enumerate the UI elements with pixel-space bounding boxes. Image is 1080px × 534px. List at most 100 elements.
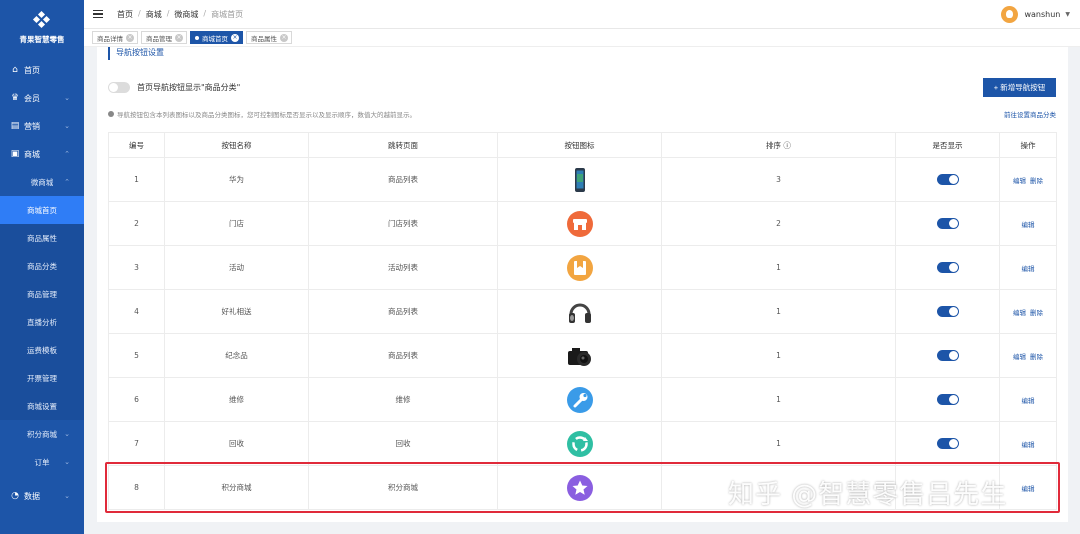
breadcrumb-item[interactable]: 首页	[117, 9, 133, 20]
camera-icon	[567, 347, 591, 366]
category-toggle-row: 首页导航按钮显示"商品分类"	[108, 82, 240, 93]
cell-icon	[497, 289, 662, 334]
breadcrumb-item[interactable]: 商城	[146, 9, 162, 20]
breadcrumb-item[interactable]: 微商城	[174, 9, 198, 20]
cell-target: 活动列表	[308, 245, 498, 290]
header-actions: 操作	[999, 132, 1057, 158]
edit-link[interactable]: 编辑	[1022, 221, 1035, 229]
delete-link[interactable]: 删除	[1030, 309, 1043, 317]
cell-name: 门店	[164, 201, 309, 246]
sidebar-item-product-attributes[interactable]: 商品属性	[0, 224, 84, 252]
tab-product-detail[interactable]: 商品详情 ×	[92, 31, 138, 44]
cell-id: 1	[108, 157, 165, 202]
cell-id: 5	[108, 333, 165, 378]
table-header-row: 编号 按钮名称 跳转页面 按钮图标 排序 ⓘ 是否显示 操作	[108, 132, 1057, 158]
menu-toggle-icon[interactable]	[93, 8, 103, 21]
cell-shown	[895, 289, 1000, 334]
sidebar-item-mall[interactable]: ▣ 商城 ⌃	[0, 140, 84, 168]
tab-product-management[interactable]: 商品管理 ×	[141, 31, 187, 44]
cell-name: 维修	[164, 377, 309, 422]
sidebar-item-label: 商城首页	[27, 205, 57, 215]
sidebar-item-mall-home[interactable]: 商城首页	[0, 196, 84, 224]
bookmark-icon	[566, 254, 593, 281]
close-icon[interactable]: ×	[175, 33, 183, 42]
show-toggle[interactable]	[936, 350, 959, 361]
sidebar-group-points-mall[interactable]: 积分商城 ⌄	[0, 420, 84, 448]
table-row: 3 活动 活动列表 1 编辑	[108, 245, 1057, 290]
tab-product-attributes[interactable]: 商品属性 ×	[246, 31, 292, 44]
sidebar-item-members[interactable]: ♛ 会员 ⌄	[0, 84, 84, 112]
show-toggle[interactable]	[936, 262, 959, 273]
cell-icon	[497, 157, 662, 202]
sidebar-item-data[interactable]: ◔ 数据 ⌄	[0, 482, 84, 510]
header-id: 编号	[108, 132, 165, 158]
close-icon[interactable]: ×	[231, 33, 239, 42]
show-toggle[interactable]	[936, 394, 959, 405]
top-bar: 首页 / 商城 / 微商城 / 商城首页 wanshun ▼	[84, 0, 1080, 29]
sidebar-item-label: 直播分析	[27, 317, 57, 327]
username: wanshun	[1024, 10, 1061, 19]
brand-logo: 青果智慧零售	[0, 0, 84, 56]
sidebar-item-label: 积分商城	[27, 429, 57, 439]
edit-link[interactable]: 编辑	[1013, 177, 1026, 185]
close-icon[interactable]: ×	[126, 33, 134, 42]
info-icon	[108, 111, 114, 117]
cell-sort: 1	[661, 421, 896, 466]
header-icon: 按钮图标	[497, 132, 662, 158]
show-toggle[interactable]	[936, 438, 959, 449]
wrench-icon	[566, 386, 593, 413]
cell-actions: 编辑	[999, 421, 1057, 466]
edit-link[interactable]: 编辑	[1022, 397, 1035, 405]
sidebar-item-shipping-templates[interactable]: 运费模板	[0, 336, 84, 364]
delete-link[interactable]: 删除	[1030, 353, 1043, 361]
cell-name: 活动	[164, 245, 309, 290]
edit-link[interactable]: 编辑	[1022, 441, 1035, 449]
sidebar-item-label: 商品管理	[27, 289, 57, 299]
edit-link[interactable]: 编辑	[1013, 353, 1026, 361]
cell-sort: 1	[661, 377, 896, 422]
cell-shown	[895, 333, 1000, 378]
sidebar-item-marketing[interactable]: ▤ 营销 ⌄	[0, 112, 84, 140]
cell-shown	[895, 157, 1000, 202]
table-row: 7 回收 回收 1 编辑	[108, 421, 1057, 466]
show-category-toggle[interactable]	[108, 82, 130, 93]
show-toggle[interactable]	[936, 218, 959, 229]
watermark: 知乎 @智慧零售吕先生	[728, 480, 1008, 510]
delete-link[interactable]: 删除	[1030, 177, 1043, 185]
header-sort[interactable]: 排序 ⓘ	[661, 132, 896, 158]
cell-sort: 1	[661, 333, 896, 378]
sidebar-item-mall-settings[interactable]: 商城设置	[0, 392, 84, 420]
bar-chart-icon: ▤	[10, 121, 20, 131]
chevron-up-icon: ⌃	[64, 178, 70, 186]
breadcrumb-current: 商城首页	[211, 9, 244, 19]
store-icon: ▣	[10, 149, 20, 159]
go-category-settings-link[interactable]: 前往设置商品分类	[1004, 109, 1056, 119]
cell-target: 商品列表	[308, 157, 498, 202]
cell-id: 2	[108, 201, 165, 246]
cell-id: 7	[108, 421, 165, 466]
sidebar-item-live-analysis[interactable]: 直播分析	[0, 308, 84, 336]
cell-icon	[497, 377, 662, 422]
table-row: 4 好礼相送 商品列表 1 编辑 删除	[108, 289, 1057, 334]
show-toggle[interactable]	[936, 174, 959, 185]
chevron-up-icon: ⌃	[64, 150, 70, 158]
cell-id: 6	[108, 377, 165, 422]
add-nav-button[interactable]: + 新增导航按钮	[983, 78, 1056, 97]
sidebar-item-home[interactable]: ⌂ 首页	[0, 56, 84, 84]
sidebar-item-label: 首页	[24, 65, 40, 75]
sidebar-item-product-management[interactable]: 商品管理	[0, 280, 84, 308]
cell-shown	[895, 377, 1000, 422]
show-toggle[interactable]	[936, 306, 959, 317]
sidebar-group-orders[interactable]: 订单 ⌄	[0, 448, 84, 476]
edit-link[interactable]: 编辑	[1022, 265, 1035, 273]
sidebar-item-product-categories[interactable]: 商品分类	[0, 252, 84, 280]
shop-icon	[566, 210, 593, 237]
close-icon[interactable]: ×	[280, 33, 288, 42]
sidebar-item-invoice-management[interactable]: 开票管理	[0, 364, 84, 392]
sidebar-group-micro-mall[interactable]: 微商城 ⌃	[0, 168, 84, 196]
edit-link[interactable]: 编辑	[1013, 309, 1026, 317]
tab-mall-home[interactable]: 商城首页 ×	[190, 31, 243, 44]
cell-icon	[497, 245, 662, 290]
user-menu[interactable]: wanshun ▼	[1001, 6, 1070, 23]
cell-icon	[497, 333, 662, 378]
